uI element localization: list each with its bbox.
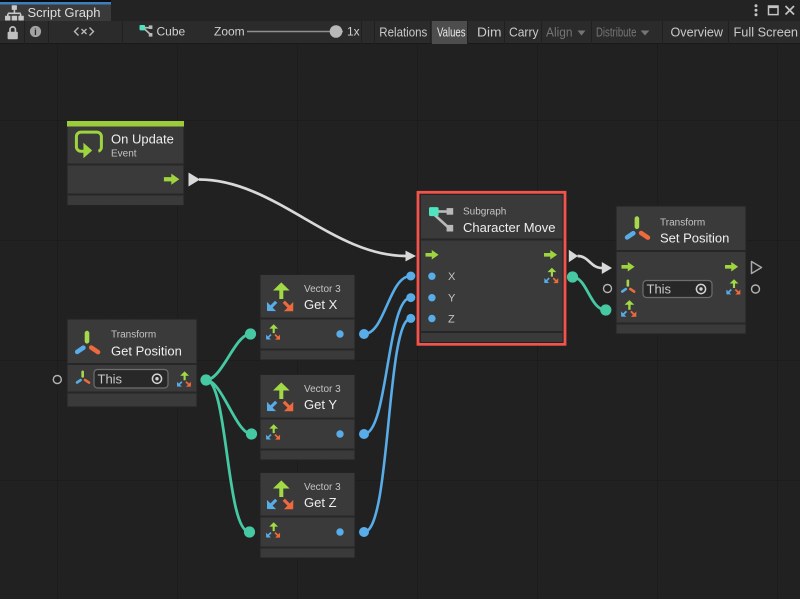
svg-text:Z: Z <box>448 314 455 326</box>
svg-text:X: X <box>448 271 456 283</box>
svg-text:Get X: Get X <box>304 297 338 312</box>
svg-text:Transform: Transform <box>111 330 156 341</box>
svg-text:This: This <box>98 371 123 386</box>
svg-text:Vector 3: Vector 3 <box>304 384 341 395</box>
svg-text:Set Position: Set Position <box>660 231 729 246</box>
svg-text:Values: Values <box>437 25 466 40</box>
svg-text:Carry: Carry <box>509 25 539 40</box>
svg-text:Cube: Cube <box>157 25 186 39</box>
svg-text:1x: 1x <box>347 25 360 39</box>
svg-text:Distribute: Distribute <box>596 25 637 40</box>
svg-text:Vector 3: Vector 3 <box>304 284 341 295</box>
svg-text:Y: Y <box>448 293 456 305</box>
svg-text:i: i <box>34 27 37 38</box>
svg-text:Vector 3: Vector 3 <box>304 482 341 493</box>
svg-text:This: This <box>647 282 672 297</box>
svg-text:Relations: Relations <box>379 25 427 40</box>
svg-text:Align: Align <box>546 25 573 40</box>
svg-text:Zoom: Zoom <box>214 25 245 39</box>
svg-text:Script Graph: Script Graph <box>28 5 101 20</box>
svg-text:On Update: On Update <box>111 132 174 147</box>
svg-text:Dim: Dim <box>477 25 502 40</box>
svg-text:Get Z: Get Z <box>304 495 337 510</box>
svg-text:Get Y: Get Y <box>304 397 337 412</box>
svg-text:Character Move: Character Move <box>463 220 555 235</box>
svg-text:Transform: Transform <box>660 218 705 229</box>
svg-text:Get Position: Get Position <box>111 344 182 359</box>
svg-text:Subgraph: Subgraph <box>463 207 506 218</box>
svg-text:Overview: Overview <box>671 25 724 40</box>
svg-text:Event: Event <box>111 149 137 160</box>
svg-text:Full Screen: Full Screen <box>734 25 799 40</box>
